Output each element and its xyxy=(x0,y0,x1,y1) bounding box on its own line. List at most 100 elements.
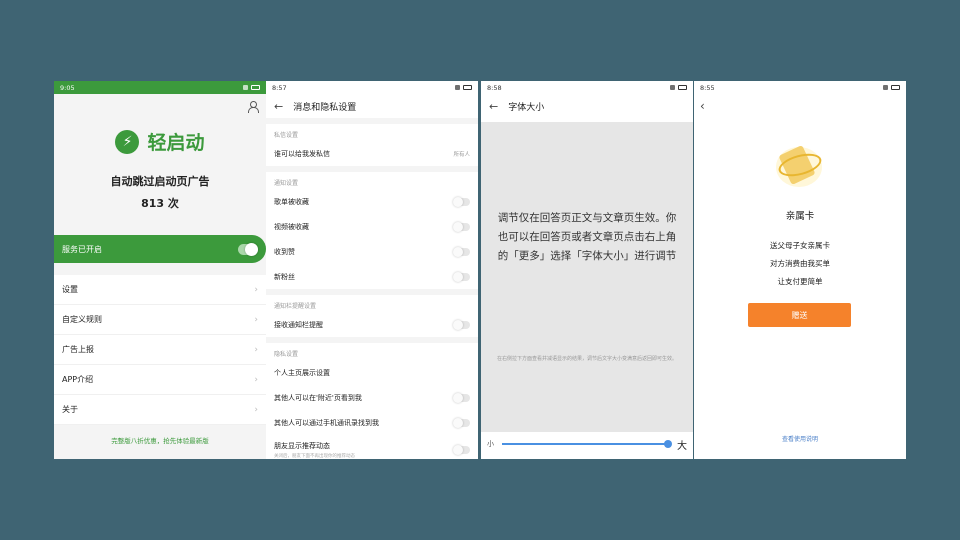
toggle-switch[interactable] xyxy=(453,392,470,403)
family-card-illustration xyxy=(774,141,826,193)
preview-text: 调节仅在回答页正文与文章页生效。你也可以在回答页或者文章页点击右上角的「更多」选… xyxy=(497,212,677,262)
row-label: 个人主页展示设置 xyxy=(274,368,330,377)
menu-item-about[interactable]: 关于 › xyxy=(54,395,266,425)
battery-icon xyxy=(251,85,260,90)
section-header: 隐私设置 xyxy=(266,343,478,360)
toggle-switch[interactable] xyxy=(453,246,470,257)
brand-header: ⚡ 轻启动 xyxy=(54,128,266,155)
battery-icon xyxy=(891,85,900,90)
slider-min-label: 小 xyxy=(487,440,494,448)
chevron-right-icon: › xyxy=(254,284,258,295)
top-bar xyxy=(54,94,266,118)
hint-text: 在右侧拉下方面查看并减语显示的结果，调节后文字大小变满意后返回即可生效。 xyxy=(497,356,678,362)
menu-item-label: 设置 xyxy=(62,285,78,294)
toggle-switch[interactable] xyxy=(453,271,470,282)
usage-instructions-link[interactable]: 查看使用说明 xyxy=(694,434,906,443)
toggle-switch[interactable] xyxy=(453,221,470,232)
back-arrow-icon[interactable]: ← xyxy=(274,100,283,113)
slider-track[interactable] xyxy=(502,440,672,448)
description-line: 送父母子女亲属卡 xyxy=(770,241,830,250)
phone-screen-1: 9:05 ⚡ 轻启动 自动跳过启动页广告 813 次 服务已开启 设置 › 自定义… xyxy=(54,81,266,459)
page-title: 字体大小 xyxy=(508,102,545,113)
subtitle: 自动跳过启动页广告 xyxy=(110,175,210,188)
row-text: 朋友显示推荐动态 关闭后，朋友下面不再出现你的推荐动态 xyxy=(274,441,355,459)
status-bar: 8:58 xyxy=(481,81,693,94)
toggle-switch[interactable] xyxy=(453,196,470,207)
status-icons xyxy=(883,85,900,90)
upgrade-link[interactable]: 完整版八折优惠，抢先体验最新版 xyxy=(54,435,266,445)
battery-icon xyxy=(678,85,687,90)
description-line: 让支付更简单 xyxy=(777,277,823,286)
menu-item-label: 自定义规则 xyxy=(62,315,102,324)
phone-screen-3: 8:58 ← 字体大小 调节仅在回答页正文与文章页生效。你也可以在回答页或者文章… xyxy=(481,81,693,459)
preview-area xyxy=(481,122,693,432)
notification-bar-row[interactable]: 接收通知栏提醒 xyxy=(266,312,478,337)
status-time: 8:58 xyxy=(487,83,502,92)
font-size-slider[interactable]: 小 大 xyxy=(481,433,693,455)
slider-knob[interactable] xyxy=(664,440,672,448)
lightning-bolt-icon: ⚡ xyxy=(115,129,140,154)
status-icons xyxy=(670,85,687,90)
phone-screen-4: 8:55 ‹ 亲属卡 送父母子女亲属卡 对方消费由我买单 让支付更简单 赠送 查… xyxy=(694,81,906,459)
row-label: 其他人可以在'附近'页看到我 xyxy=(274,393,362,402)
row-label: 新粉丝 xyxy=(274,272,295,281)
app-name: 轻启动 xyxy=(147,132,205,154)
notify-row[interactable]: 新粉丝 xyxy=(266,264,478,289)
description: 送父母子女亲属卡 对方消费由我买单 让支付更简单 xyxy=(694,237,906,291)
row-value: 所有人 xyxy=(453,151,470,158)
privacy-row[interactable]: 个人主页展示设置 xyxy=(266,360,478,385)
privacy-row[interactable]: 其他人可以通过手机通讯录找到我 xyxy=(266,410,478,435)
menu-list: 设置 › 自定义规则 › 广告上报 › APP介绍 › 关于 › xyxy=(54,275,266,425)
service-toggle[interactable] xyxy=(238,242,258,256)
signal-icon xyxy=(455,85,460,90)
private-message-row[interactable]: 谁可以给我发私信 所有人 xyxy=(266,141,478,166)
status-bar: 8:57 xyxy=(266,81,478,94)
row-label: 接收通知栏提醒 xyxy=(274,320,323,329)
status-time: 8:57 xyxy=(272,83,287,92)
notify-row[interactable]: 视频被收藏 xyxy=(266,214,478,239)
status-bar: 9:05 xyxy=(54,81,266,94)
service-toggle-bar[interactable]: 服务已开启 xyxy=(54,235,266,263)
notify-row[interactable]: 收到赞 xyxy=(266,239,478,264)
page-title: 亲属卡 xyxy=(785,211,815,222)
row-label: 谁可以给我发私信 xyxy=(274,149,330,158)
chevron-right-icon: › xyxy=(254,374,258,385)
menu-item-settings[interactable]: 设置 › xyxy=(54,275,266,305)
friend-recommend-row[interactable]: 朋友显示推荐动态 关闭后，朋友下面不再出现你的推荐动态 xyxy=(266,435,478,459)
status-icons xyxy=(455,85,472,90)
notify-row[interactable]: 歌单被收藏 xyxy=(266,189,478,214)
user-icon[interactable] xyxy=(247,100,259,113)
toggle-switch[interactable] xyxy=(453,417,470,428)
row-label: 朋友显示推荐动态 xyxy=(274,442,330,450)
menu-item-custom-rules[interactable]: 自定义规则 › xyxy=(54,305,266,335)
chevron-right-icon: › xyxy=(254,344,258,355)
menu-item-ad-report[interactable]: 广告上报 › xyxy=(54,335,266,365)
nav-bar: ← 消息和隐私设置 xyxy=(266,94,478,118)
section-header: 通知设置 xyxy=(266,172,478,189)
section-header: 通知栏提醒设置 xyxy=(266,295,478,312)
slider-max-label: 大 xyxy=(677,440,687,452)
row-label: 歌单被收藏 xyxy=(274,197,309,206)
menu-item-app-intro[interactable]: APP介绍 › xyxy=(54,365,266,395)
service-label: 服务已开启 xyxy=(62,244,102,254)
page-title: 消息和隐私设置 xyxy=(293,102,357,113)
toggle-switch[interactable] xyxy=(453,445,470,455)
row-label: 视频被收藏 xyxy=(274,222,309,231)
status-icons xyxy=(243,85,260,90)
back-arrow-icon[interactable]: ← xyxy=(489,100,498,113)
menu-item-label: 关于 xyxy=(62,405,78,414)
toggle-switch[interactable] xyxy=(453,319,470,330)
privacy-row[interactable]: 其他人可以在'附近'页看到我 xyxy=(266,385,478,410)
chevron-right-icon: › xyxy=(254,404,258,415)
status-time: 8:55 xyxy=(700,83,715,92)
chevron-right-icon: › xyxy=(254,314,258,325)
row-sublabel: 关闭后，朋友下面不再出现你的推荐动态 xyxy=(274,454,355,459)
status-time: 9:05 xyxy=(60,83,75,92)
menu-item-label: APP介绍 xyxy=(62,375,94,384)
gift-button[interactable]: 赠送 xyxy=(748,303,851,327)
phone-screen-2: 8:57 ← 消息和隐私设置 私信设置 谁可以给我发私信 所有人 通知设置 歌单… xyxy=(266,81,478,459)
battery-icon xyxy=(463,85,472,90)
row-label: 收到赞 xyxy=(274,247,295,256)
back-chevron-icon[interactable]: ‹ xyxy=(694,94,906,118)
status-bar: 8:55 xyxy=(694,81,906,94)
